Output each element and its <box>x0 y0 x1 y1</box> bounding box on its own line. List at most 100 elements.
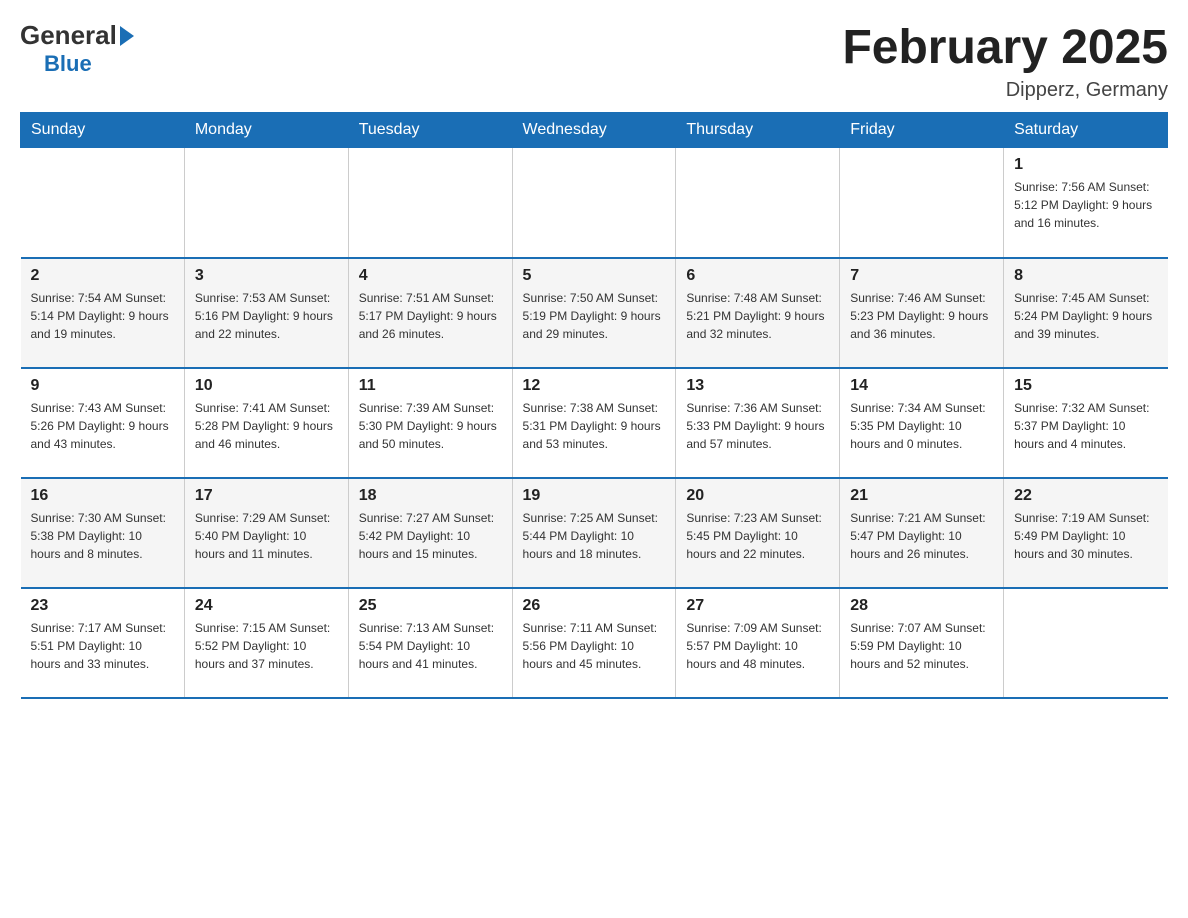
calendar-day-cell: 1 Sunrise: 7:56 AM Sunset: 5:12 PM Daylig… <box>1004 148 1168 258</box>
day-number: 9 <box>31 377 174 395</box>
day-number: 15 <box>1014 377 1157 395</box>
day-number: 12 <box>523 377 666 395</box>
day-info: Sunrise: 7:34 AM Sunset: 5:35 PM Dayligh… <box>850 399 993 453</box>
day-number: 28 <box>850 597 993 615</box>
day-info: Sunrise: 7:48 AM Sunset: 5:21 PM Dayligh… <box>686 289 829 343</box>
day-number: 20 <box>686 487 829 505</box>
day-info: Sunrise: 7:23 AM Sunset: 5:45 PM Dayligh… <box>686 509 829 563</box>
calendar-day-cell: 15 Sunrise: 7:32 AM Sunset: 5:37 PM Dayli… <box>1004 368 1168 478</box>
day-info: Sunrise: 7:07 AM Sunset: 5:59 PM Dayligh… <box>850 619 993 673</box>
calendar-day-cell: 14 Sunrise: 7:34 AM Sunset: 5:35 PM Dayli… <box>840 368 1004 478</box>
day-number: 27 <box>686 597 829 615</box>
calendar-week-row: 1 Sunrise: 7:56 AM Sunset: 5:12 PM Daylig… <box>21 148 1168 258</box>
weekday-header-tuesday: Tuesday <box>348 113 512 148</box>
weekday-header-friday: Friday <box>840 113 1004 148</box>
calendar-week-row: 9 Sunrise: 7:43 AM Sunset: 5:26 PM Daylig… <box>21 368 1168 478</box>
weekday-header-wednesday: Wednesday <box>512 113 676 148</box>
logo: General Blue <box>20 20 134 77</box>
day-info: Sunrise: 7:39 AM Sunset: 5:30 PM Dayligh… <box>359 399 502 453</box>
calendar-day-cell: 18Sunrise: 7:27 AM Sunset: 5:42 PM Dayli… <box>348 478 512 588</box>
calendar-week-row: 16 Sunrise: 7:30 AM Sunset: 5:38 PM Dayli… <box>21 478 1168 588</box>
day-info: Sunrise: 7:21 AM Sunset: 5:47 PM Dayligh… <box>850 509 993 563</box>
calendar-day-cell: 12 Sunrise: 7:38 AM Sunset: 5:31 PM Dayli… <box>512 368 676 478</box>
weekday-header-row: SundayMondayTuesdayWednesdayThursdayFrid… <box>21 113 1168 148</box>
day-number: 1 <box>1014 156 1157 174</box>
day-number: 13 <box>686 377 829 395</box>
day-number: 3 <box>195 267 338 285</box>
day-number: 25 <box>359 597 502 615</box>
weekday-header-monday: Monday <box>184 113 348 148</box>
day-number: 26 <box>523 597 666 615</box>
day-number: 16 <box>31 487 174 505</box>
day-info: Sunrise: 7:43 AM Sunset: 5:26 PM Dayligh… <box>31 399 174 453</box>
calendar-day-cell: 24 Sunrise: 7:15 AM Sunset: 5:52 PM Dayli… <box>184 588 348 698</box>
day-number: 8 <box>1014 267 1157 285</box>
calendar-day-cell: 4Sunrise: 7:51 AM Sunset: 5:17 PM Daylig… <box>348 258 512 368</box>
day-info: Sunrise: 7:50 AM Sunset: 5:19 PM Dayligh… <box>523 289 666 343</box>
calendar-day-cell: 23Sunrise: 7:17 AM Sunset: 5:51 PM Dayli… <box>21 588 185 698</box>
calendar-day-cell: 28 Sunrise: 7:07 AM Sunset: 5:59 PM Dayli… <box>840 588 1004 698</box>
day-info: Sunrise: 7:54 AM Sunset: 5:14 PM Dayligh… <box>31 289 174 343</box>
day-number: 7 <box>850 267 993 285</box>
day-number: 11 <box>359 377 502 395</box>
weekday-header-thursday: Thursday <box>676 113 840 148</box>
day-number: 24 <box>195 597 338 615</box>
day-number: 17 <box>195 487 338 505</box>
calendar-day-cell: 17Sunrise: 7:29 AM Sunset: 5:40 PM Dayli… <box>184 478 348 588</box>
day-number: 18 <box>359 487 502 505</box>
page-header: General Blue February 2025 Dipperz, Germ… <box>20 20 1168 102</box>
calendar-day-cell: 27 Sunrise: 7:09 AM Sunset: 5:57 PM Dayli… <box>676 588 840 698</box>
calendar-day-cell <box>348 148 512 258</box>
calendar-day-cell: 20 Sunrise: 7:23 AM Sunset: 5:45 PM Dayli… <box>676 478 840 588</box>
day-info: Sunrise: 7:09 AM Sunset: 5:57 PM Dayligh… <box>686 619 829 673</box>
day-info: Sunrise: 7:19 AM Sunset: 5:49 PM Dayligh… <box>1014 509 1157 563</box>
day-info: Sunrise: 7:41 AM Sunset: 5:28 PM Dayligh… <box>195 399 338 453</box>
day-info: Sunrise: 7:56 AM Sunset: 5:12 PM Dayligh… <box>1014 178 1157 232</box>
weekday-header-saturday: Saturday <box>1004 113 1168 148</box>
calendar-day-cell: 8 Sunrise: 7:45 AM Sunset: 5:24 PM Daylig… <box>1004 258 1168 368</box>
day-info: Sunrise: 7:45 AM Sunset: 5:24 PM Dayligh… <box>1014 289 1157 343</box>
calendar-day-cell <box>1004 588 1168 698</box>
calendar-day-cell: 10 Sunrise: 7:41 AM Sunset: 5:28 PM Dayli… <box>184 368 348 478</box>
day-number: 5 <box>523 267 666 285</box>
day-number: 14 <box>850 377 993 395</box>
calendar-day-cell <box>21 148 185 258</box>
weekday-header-sunday: Sunday <box>21 113 185 148</box>
calendar-day-cell: 5 Sunrise: 7:50 AM Sunset: 5:19 PM Daylig… <box>512 258 676 368</box>
day-info: Sunrise: 7:17 AM Sunset: 5:51 PM Dayligh… <box>31 619 174 673</box>
calendar-day-cell: 6 Sunrise: 7:48 AM Sunset: 5:21 PM Daylig… <box>676 258 840 368</box>
calendar-day-cell <box>676 148 840 258</box>
calendar-day-cell: 7 Sunrise: 7:46 AM Sunset: 5:23 PM Daylig… <box>840 258 1004 368</box>
day-number: 10 <box>195 377 338 395</box>
day-info: Sunrise: 7:53 AM Sunset: 5:16 PM Dayligh… <box>195 289 338 343</box>
day-info: Sunrise: 7:30 AM Sunset: 5:38 PM Dayligh… <box>31 509 174 563</box>
day-number: 22 <box>1014 487 1157 505</box>
calendar-day-cell <box>840 148 1004 258</box>
calendar-day-cell: 2Sunrise: 7:54 AM Sunset: 5:14 PM Daylig… <box>21 258 185 368</box>
calendar-week-row: 23Sunrise: 7:17 AM Sunset: 5:51 PM Dayli… <box>21 588 1168 698</box>
title-block: February 2025 Dipperz, Germany <box>842 20 1168 102</box>
day-info: Sunrise: 7:25 AM Sunset: 5:44 PM Dayligh… <box>523 509 666 563</box>
calendar-day-cell: 19 Sunrise: 7:25 AM Sunset: 5:44 PM Dayli… <box>512 478 676 588</box>
calendar-day-cell: 25Sunrise: 7:13 AM Sunset: 5:54 PM Dayli… <box>348 588 512 698</box>
day-number: 4 <box>359 267 502 285</box>
logo-general-text: General <box>20 20 117 51</box>
calendar-day-cell: 16 Sunrise: 7:30 AM Sunset: 5:38 PM Dayli… <box>21 478 185 588</box>
calendar-day-cell <box>512 148 676 258</box>
calendar-day-cell: 11 Sunrise: 7:39 AM Sunset: 5:30 PM Dayli… <box>348 368 512 478</box>
calendar-day-cell: 21Sunrise: 7:21 AM Sunset: 5:47 PM Dayli… <box>840 478 1004 588</box>
day-info: Sunrise: 7:46 AM Sunset: 5:23 PM Dayligh… <box>850 289 993 343</box>
day-number: 6 <box>686 267 829 285</box>
calendar-day-cell <box>184 148 348 258</box>
day-info: Sunrise: 7:32 AM Sunset: 5:37 PM Dayligh… <box>1014 399 1157 453</box>
day-info: Sunrise: 7:36 AM Sunset: 5:33 PM Dayligh… <box>686 399 829 453</box>
calendar-day-cell: 26Sunrise: 7:11 AM Sunset: 5:56 PM Dayli… <box>512 588 676 698</box>
day-number: 19 <box>523 487 666 505</box>
day-info: Sunrise: 7:38 AM Sunset: 5:31 PM Dayligh… <box>523 399 666 453</box>
calendar-day-cell: 3 Sunrise: 7:53 AM Sunset: 5:16 PM Daylig… <box>184 258 348 368</box>
logo-triangle-icon <box>120 26 134 46</box>
calendar-week-row: 2Sunrise: 7:54 AM Sunset: 5:14 PM Daylig… <box>21 258 1168 368</box>
calendar-table: SundayMondayTuesdayWednesdayThursdayFrid… <box>20 112 1168 699</box>
day-info: Sunrise: 7:15 AM Sunset: 5:52 PM Dayligh… <box>195 619 338 673</box>
location-text: Dipperz, Germany <box>842 79 1168 102</box>
